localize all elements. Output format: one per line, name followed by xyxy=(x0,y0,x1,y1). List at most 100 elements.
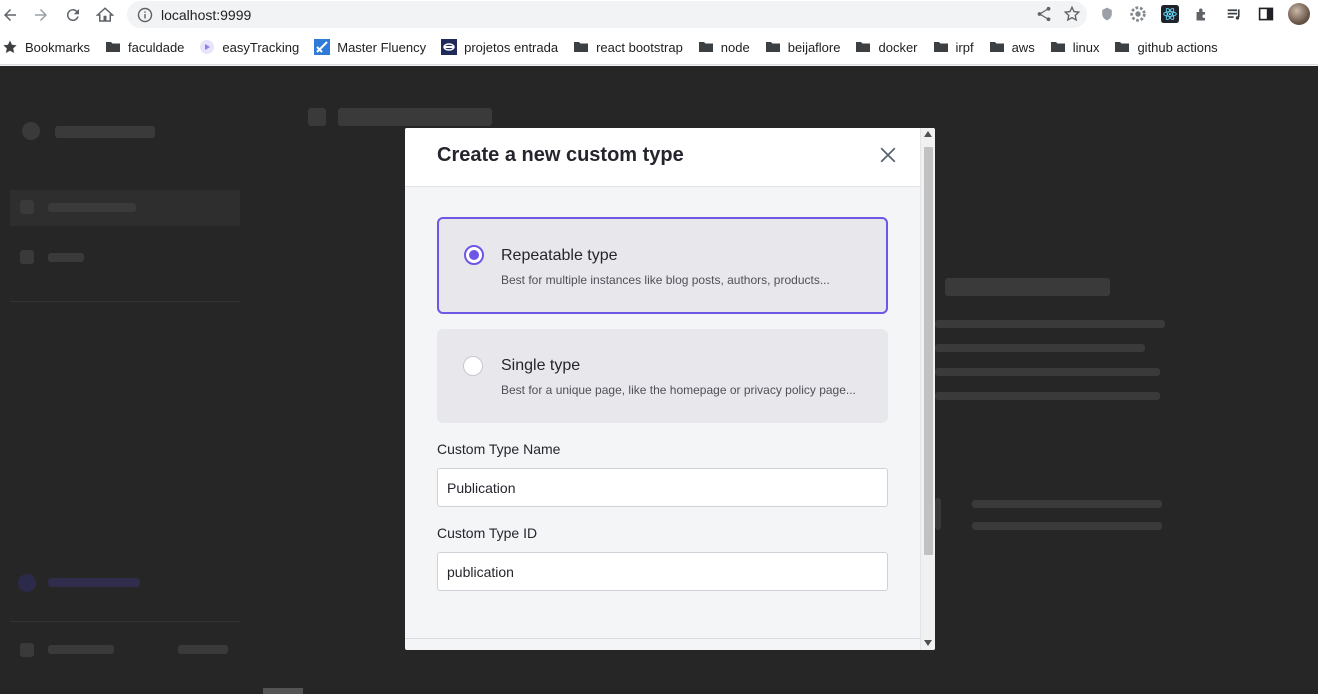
backdrop-divider xyxy=(10,301,240,302)
backdrop-block xyxy=(263,688,303,694)
home-icon[interactable] xyxy=(91,1,119,29)
backdrop-block xyxy=(338,108,492,126)
media-control-icon[interactable] xyxy=(1224,4,1244,24)
modal-header: Create a new custom type xyxy=(405,128,920,187)
folder-icon xyxy=(989,39,1005,55)
bookmark-item-irpf[interactable]: irpf xyxy=(933,39,974,55)
bookmark-item-projetos-entrada[interactable]: projetos entrada xyxy=(441,39,558,55)
custom-type-id-label: Custom Type ID xyxy=(437,525,538,541)
bookmark-item-master-fluency[interactable]: Master Fluency xyxy=(314,39,426,55)
backdrop-block xyxy=(935,344,1145,352)
extensions-puzzle-icon[interactable] xyxy=(1192,4,1212,24)
folder-icon xyxy=(1050,39,1066,55)
bookmarks-bar: Bookmarks faculdade easyTracking Master … xyxy=(0,30,1318,65)
bookmark-item-bookmarks[interactable]: Bookmarks xyxy=(2,39,90,55)
scrollbar-thumb[interactable] xyxy=(924,147,933,555)
close-icon[interactable] xyxy=(877,144,899,166)
bookmark-label: react bootstrap xyxy=(596,39,683,55)
browser-toolbar: localhost:9999 xyxy=(0,0,1318,30)
bookmark-label: Bookmarks xyxy=(25,39,91,55)
back-icon[interactable] xyxy=(0,1,24,29)
star-icon xyxy=(2,39,18,55)
bookmark-item-easytracking[interactable]: easyTracking xyxy=(199,39,299,55)
address-bar[interactable]: localhost:9999 xyxy=(127,1,1087,28)
modal-footer-divider xyxy=(405,638,920,639)
folder-icon xyxy=(1114,39,1130,55)
folder-icon xyxy=(573,39,589,55)
backdrop-block xyxy=(48,203,136,212)
backdrop-block xyxy=(48,645,114,654)
backdrop-block xyxy=(18,574,36,592)
backdrop-block xyxy=(48,253,84,262)
backdrop-block xyxy=(20,250,34,264)
bookmark-label: projetos entrada xyxy=(464,39,559,55)
single-type-description: Best for a unique page, like the homepag… xyxy=(501,383,856,397)
single-type-option[interactable]: Single type Best for a unique page, like… xyxy=(437,329,888,423)
modal-scrollbar[interactable] xyxy=(920,128,935,650)
bookmark-label: linux xyxy=(1072,39,1100,55)
scroll-down-arrow-icon[interactable] xyxy=(924,640,932,646)
backdrop-divider xyxy=(10,621,240,622)
master-fluency-icon xyxy=(314,39,331,55)
url-text: localhost:9999 xyxy=(161,6,252,23)
single-type-radio[interactable] xyxy=(463,356,483,376)
modal-title: Create a new custom type xyxy=(437,144,684,166)
reload-icon[interactable] xyxy=(59,1,87,29)
backdrop-block xyxy=(972,500,1162,508)
bookmark-label: docker xyxy=(878,39,918,55)
folder-icon xyxy=(765,39,781,55)
bookmark-label: beijaflore xyxy=(787,39,841,55)
custom-type-name-input[interactable] xyxy=(437,468,888,507)
bookmark-label: aws xyxy=(1011,39,1035,55)
repeatable-type-radio[interactable] xyxy=(464,245,484,265)
create-custom-type-modal: Create a new custom type Repeatable type… xyxy=(405,128,935,650)
folder-icon xyxy=(933,39,949,55)
react-devtools-icon[interactable] xyxy=(1160,4,1180,24)
bookmark-label: node xyxy=(720,39,750,55)
single-type-title: Single type xyxy=(501,357,581,374)
backdrop-block xyxy=(308,108,326,126)
bookmark-item-linux[interactable]: linux xyxy=(1050,39,1100,55)
backdrop-block xyxy=(935,498,941,530)
backdrop-logo xyxy=(22,122,40,140)
backdrop-block xyxy=(20,200,34,214)
bookmark-star-icon[interactable] xyxy=(1063,5,1081,23)
backdrop-block xyxy=(935,392,1160,400)
bookmark-label: github actions xyxy=(1137,39,1218,55)
extension-shield-icon[interactable] xyxy=(1097,4,1117,24)
bookmark-item-docker[interactable]: docker xyxy=(855,39,918,55)
extension-gear-icon[interactable] xyxy=(1128,4,1148,24)
folder-icon xyxy=(105,39,121,55)
custom-type-name-label: Custom Type Name xyxy=(437,441,561,457)
profile-avatar[interactable] xyxy=(1288,3,1310,25)
share-icon[interactable] xyxy=(1035,5,1053,23)
bookmark-item-faculdade[interactable]: faculdade xyxy=(105,39,184,55)
scroll-up-arrow-icon[interactable] xyxy=(924,131,932,137)
custom-type-id-input[interactable] xyxy=(437,552,888,591)
repeatable-type-option[interactable]: Repeatable type Best for multiple instan… xyxy=(437,217,888,314)
backdrop-block xyxy=(935,320,1165,328)
backdrop-block xyxy=(178,645,228,654)
backdrop-block xyxy=(20,643,34,657)
bookmark-item-github-actions[interactable]: github actions xyxy=(1114,39,1218,55)
repeatable-type-title: Repeatable type xyxy=(501,247,618,264)
easytracking-icon xyxy=(199,39,215,55)
site-info-icon[interactable] xyxy=(137,7,153,23)
folder-icon xyxy=(855,39,871,55)
backdrop-block xyxy=(945,278,1110,296)
bookmark-label: faculdade xyxy=(128,39,185,55)
bookmark-label: irpf xyxy=(955,39,974,55)
bookmark-item-react-bootstrap[interactable]: react bootstrap xyxy=(573,39,683,55)
bookmark-item-beijaflore[interactable]: beijaflore xyxy=(765,39,841,55)
backdrop-block xyxy=(935,368,1160,376)
bookmark-item-aws[interactable]: aws xyxy=(989,39,1035,55)
folder-icon xyxy=(698,39,714,55)
side-panel-icon[interactable] xyxy=(1256,4,1276,24)
backdrop-block xyxy=(972,522,1162,530)
bookmark-item-node[interactable]: node xyxy=(698,39,750,55)
backdrop-block xyxy=(48,578,140,587)
forward-icon[interactable] xyxy=(27,1,55,29)
repeatable-type-description: Best for multiple instances like blog po… xyxy=(501,273,830,287)
projetos-entrada-icon xyxy=(441,39,458,55)
bookmark-label: easyTracking xyxy=(222,39,300,55)
